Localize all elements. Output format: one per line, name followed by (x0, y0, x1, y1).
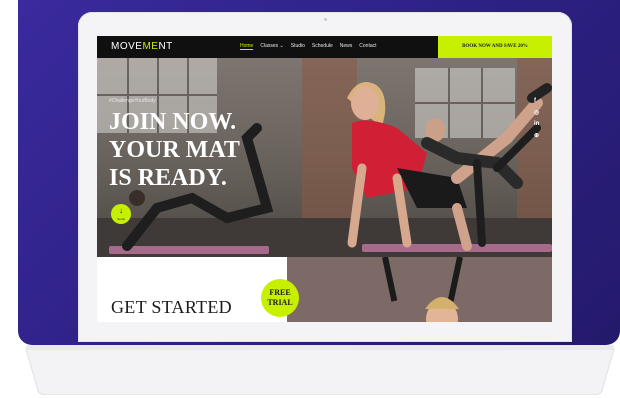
website-screen: MOVEMENT Home Classes ⌄ Studio Schedule … (97, 36, 552, 322)
linkedin-icon[interactable]: in (534, 121, 539, 127)
book-now-button[interactable]: BOOK NOW AND SAVE 20% (438, 36, 552, 58)
headline-line-3: IS READY. (109, 165, 227, 191)
instagram-icon[interactable]: ◎ (534, 109, 539, 116)
scroll-label: Scroll (117, 217, 125, 221)
nav-contact[interactable]: Contact (359, 43, 376, 50)
badge-line-1: FREE (269, 288, 291, 297)
get-started-heading: GET STARTED (111, 297, 232, 317)
headline-line-2: YOUR MAT (109, 137, 240, 163)
get-started-section: GET STARTED (97, 257, 287, 322)
hero-headline: JOIN NOW. YOUR MAT IS READY. (109, 108, 279, 192)
nav-home[interactable]: Home (240, 43, 254, 50)
nav-schedule[interactable]: Schedule (312, 43, 333, 50)
hero-banner: #ChallengeYourBody JOIN NOW. YOUR MAT IS… (97, 58, 552, 257)
nav-news[interactable]: News (340, 43, 353, 50)
headline-line-1: JOIN NOW. (109, 109, 237, 135)
social-links: f ◎ in ⊕ (534, 98, 539, 139)
webcam-dot (324, 18, 327, 21)
site-navbar: MOVEMENT Home Classes ⌄ Studio Schedule … (97, 36, 552, 58)
hero-tagline: #ChallengeYourBody (109, 98, 156, 104)
trainer-photo-illustration (287, 257, 552, 322)
pinterest-icon[interactable]: ⊕ (534, 132, 539, 139)
laptop-keyboard-base (22, 343, 618, 395)
main-menu: Home Classes ⌄ Studio Schedule News Cont… (240, 43, 377, 50)
trainer-photo (287, 257, 552, 322)
free-trial-badge[interactable]: FREE TRIAL (261, 279, 299, 317)
arrow-down-icon: ↓ (119, 206, 123, 215)
nav-studio[interactable]: Studio (291, 43, 305, 50)
scroll-down-button[interactable]: ↓ Scroll (111, 204, 131, 224)
facebook-icon[interactable]: f (534, 98, 539, 104)
badge-line-2: TRIAL (267, 298, 293, 307)
site-logo[interactable]: MOVEMENT (111, 41, 173, 52)
nav-classes[interactable]: Classes ⌄ (260, 43, 283, 50)
